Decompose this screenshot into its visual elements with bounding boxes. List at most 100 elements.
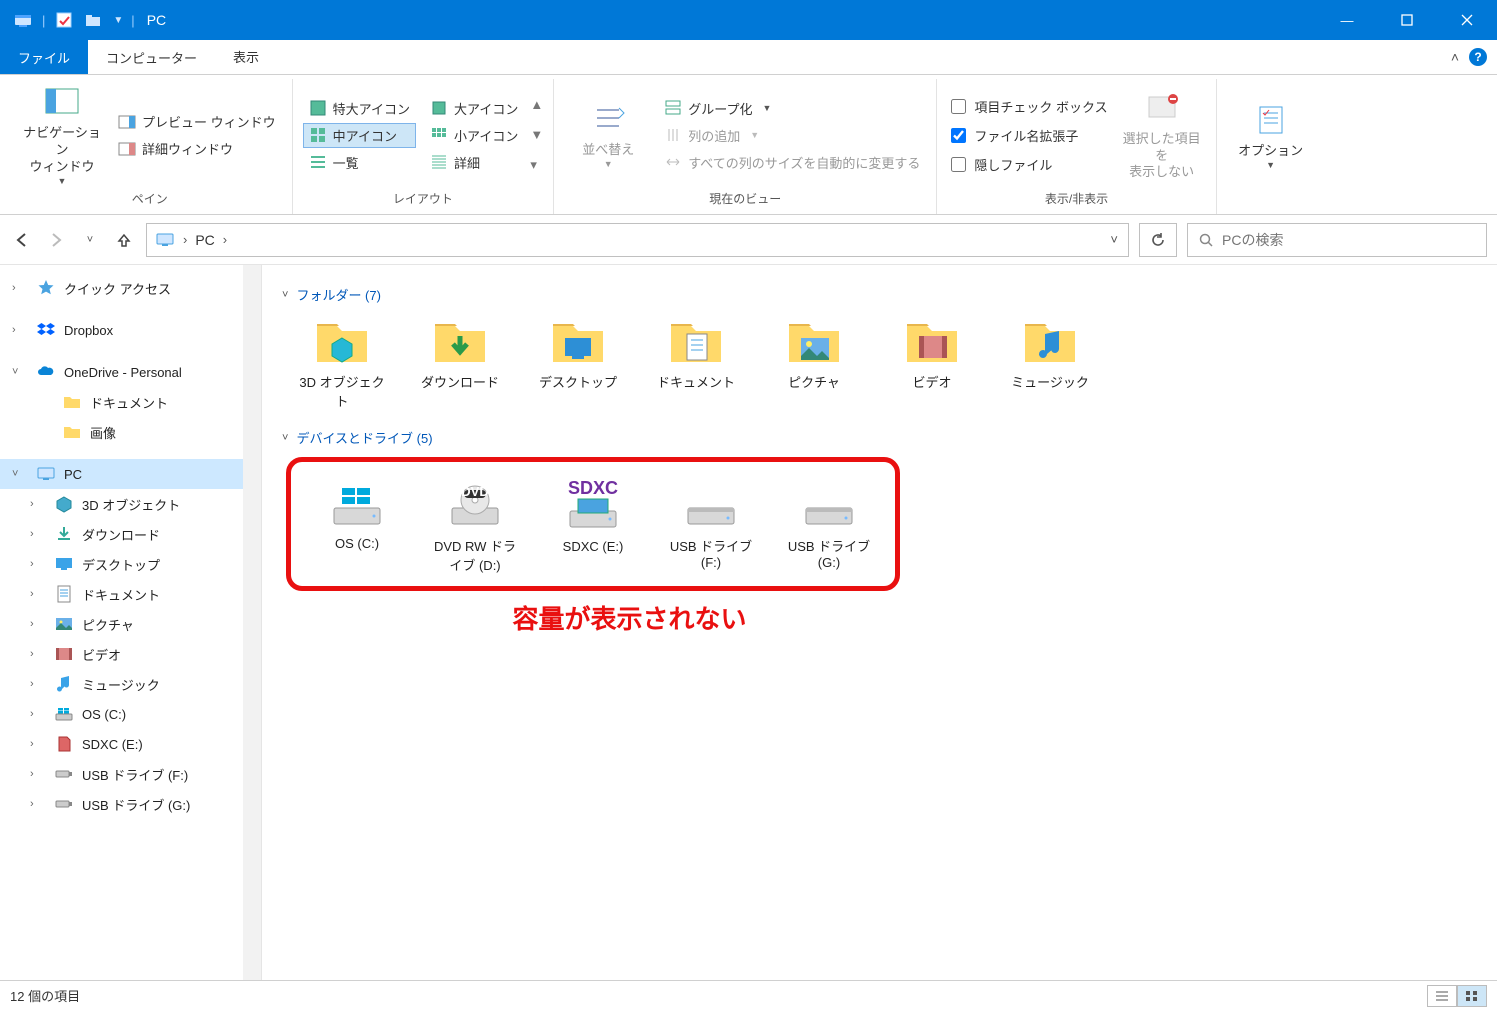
group-header-drives[interactable]: ˅ デバイスとドライブ (5) <box>282 428 1477 447</box>
sidebar-item-os-c[interactable]: ›OS (C:) <box>0 699 261 729</box>
onedrive-icon <box>36 362 56 382</box>
pc-icon <box>36 464 56 484</box>
ribbon-collapse-icon[interactable]: ˄ <box>1451 49 1459 65</box>
minimize-button[interactable]: — <box>1317 0 1377 40</box>
up-button[interactable] <box>112 228 136 252</box>
folder-video[interactable]: ビデオ <box>886 314 978 410</box>
drive-sdxc-e[interactable]: SDXC SDXC (E:) <box>547 478 639 574</box>
refresh-button[interactable] <box>1139 223 1177 257</box>
drive-os-c[interactable]: OS (C:) <box>311 478 403 574</box>
checkbox-item-checkboxes[interactable]: 項目チェック ボックス <box>947 93 1111 120</box>
hide-selected-button[interactable]: 選択した項目を 表示しない <box>1118 89 1206 181</box>
details-pane-button[interactable]: 詳細ウィンドウ <box>112 136 282 161</box>
sidebar-item-documents[interactable]: ›ドキュメント <box>0 579 261 609</box>
tab-view[interactable]: 表示 <box>215 40 277 74</box>
back-button[interactable] <box>10 228 34 252</box>
preview-pane-button[interactable]: プレビュー ウィンドウ <box>112 109 282 134</box>
dropbox-icon <box>36 320 56 340</box>
view-details-button[interactable] <box>1427 985 1457 1007</box>
folder-desktop[interactable]: デスクトップ <box>532 314 624 410</box>
layout-medium[interactable]: 中アイコン <box>303 123 416 148</box>
search-input[interactable] <box>1222 232 1476 248</box>
tab-file[interactable]: ファイル <box>0 40 88 74</box>
properties-icon[interactable] <box>53 9 75 31</box>
sidebar-item-video[interactable]: ›ビデオ <box>0 639 261 669</box>
sidebar-item-od-docs[interactable]: ドキュメント <box>0 387 261 417</box>
layout-small[interactable]: 小アイコン <box>424 123 524 148</box>
sidebar-item-3d[interactable]: ›3D オブジェクト <box>0 489 261 519</box>
navigation-pane-button[interactable]: ナビゲーション ウィンドウ ▼ <box>18 89 106 181</box>
layout-more[interactable]: ▾ <box>530 157 543 173</box>
sd-card-icon <box>54 734 74 754</box>
search-box[interactable] <box>1187 223 1487 257</box>
close-button[interactable] <box>1437 0 1497 40</box>
layout-extra-large[interactable]: 特大アイコン <box>303 96 416 121</box>
chevron-down-icon: ˅ <box>282 432 288 444</box>
usb-drive-icon <box>54 764 74 784</box>
sidebar-item-pictures[interactable]: ›ピクチャ <box>0 609 261 639</box>
sidebar-item-usb-f[interactable]: ›USB ドライブ (F:) <box>0 759 261 789</box>
dropdown-icon: ▼ <box>58 176 67 188</box>
breadcrumb-chevron[interactable]: › <box>183 232 187 247</box>
ribbon-group-currentview: 並べ替え ▼ グループ化▼ 列の追加▼ すべての列のサイズを自動的に変更する 現… <box>554 79 937 214</box>
sidebar-item-quickaccess[interactable]: ›クイック アクセス <box>0 273 261 303</box>
sidebar-item-downloads[interactable]: ›ダウンロード <box>0 519 261 549</box>
address-bar[interactable]: › PC › ˅ <box>146 223 1129 257</box>
layout-details[interactable]: 詳細 <box>424 150 524 175</box>
help-icon[interactable]: ? <box>1469 48 1487 66</box>
folder-pictures[interactable]: ピクチャ <box>768 314 860 410</box>
folder-icon <box>62 392 82 412</box>
sidebar-item-dropbox[interactable]: ›Dropbox <box>0 315 261 345</box>
tab-computer[interactable]: コンピューター <box>88 40 215 74</box>
view-icons-button[interactable] <box>1457 985 1487 1007</box>
drive-usb-f[interactable]: USB ドライブ (F:) <box>665 478 757 574</box>
breadcrumb-chevron2[interactable]: › <box>223 232 227 247</box>
sort-button[interactable]: 並べ替え ▼ <box>564 89 652 181</box>
cube-icon <box>54 494 74 514</box>
new-folder-icon[interactable] <box>83 9 105 31</box>
sidebar-item-desktop[interactable]: ›デスクトップ <box>0 549 261 579</box>
ribbon-group-layout: 特大アイコン 大アイコン 中アイコン 小アイコン 一覧 詳細 ▲ ▼ ▾ レイア… <box>293 79 555 214</box>
annotation-text: 容量が表示されない <box>512 599 746 636</box>
drive-usb-g[interactable]: USB ドライブ (G:) <box>783 478 875 574</box>
sidebar-item-music[interactable]: ›ミュージック <box>0 669 261 699</box>
dropdown-icon: ▼ <box>604 159 613 171</box>
address-dropdown-icon[interactable]: ˅ <box>1110 232 1118 247</box>
documents-icon <box>54 584 74 604</box>
dropdown-icon: ▼ <box>1266 160 1275 172</box>
folder-3d-objects[interactable]: 3D オブジェクト <box>296 314 388 410</box>
sidebar-scrollbar[interactable] <box>243 265 261 980</box>
layout-large[interactable]: 大アイコン <box>424 96 524 121</box>
add-columns-button[interactable]: 列の追加▼ <box>658 123 926 148</box>
ribbon-tabs: ファイル コンピューター 表示 ˄ ? <box>0 40 1497 75</box>
sidebar-item-sdxc[interactable]: ›SDXC (E:) <box>0 729 261 759</box>
layout-list[interactable]: 一覧 <box>303 150 416 175</box>
drive-dvd-d[interactable]: DVD DVD RW ドライブ (D:) <box>429 478 521 574</box>
autosize-columns-button[interactable]: すべての列のサイズを自動的に変更する <box>658 150 926 175</box>
sidebar-item-usb-g[interactable]: ›USB ドライブ (G:) <box>0 789 261 819</box>
checkbox-file-extensions[interactable]: ファイル名拡張子 <box>947 122 1111 149</box>
layout-scroll-up[interactable]: ▲ <box>530 97 543 112</box>
navigation-tree: ›クイック アクセス ›Dropbox ˅OneDrive - Personal… <box>0 265 262 980</box>
maximize-button[interactable] <box>1377 0 1437 40</box>
layout-scroll-down[interactable]: ▼ <box>530 127 543 142</box>
folder-documents[interactable]: ドキュメント <box>650 314 742 410</box>
forward-button[interactable] <box>44 228 68 252</box>
group-header-folders[interactable]: ˅ フォルダー (7) <box>282 285 1477 304</box>
group-by-button[interactable]: グループ化▼ <box>658 96 926 121</box>
status-bar: 12 個の項目 <box>0 980 1497 1010</box>
sidebar-item-pc[interactable]: ˅PC <box>0 459 261 489</box>
options-button[interactable]: オプション ▼ <box>1227 91 1315 183</box>
group-label-layout: レイアウト <box>303 187 544 210</box>
qat-dropdown-icon[interactable]: ▼ <box>113 15 123 26</box>
sidebar-item-od-pics[interactable]: 画像 <box>0 417 261 447</box>
pictures-icon <box>54 614 74 634</box>
sidebar-item-onedrive[interactable]: ˅OneDrive - Personal <box>0 357 261 387</box>
breadcrumb-pc[interactable]: PC <box>195 232 214 248</box>
checkbox-hidden-files[interactable]: 隠しファイル <box>947 151 1111 178</box>
music-icon <box>54 674 74 694</box>
folder-downloads[interactable]: ダウンロード <box>414 314 506 410</box>
history-dropdown[interactable]: ˅ <box>78 228 102 252</box>
folder-music[interactable]: ミュージック <box>1004 314 1096 410</box>
explorer-icon <box>12 9 34 31</box>
